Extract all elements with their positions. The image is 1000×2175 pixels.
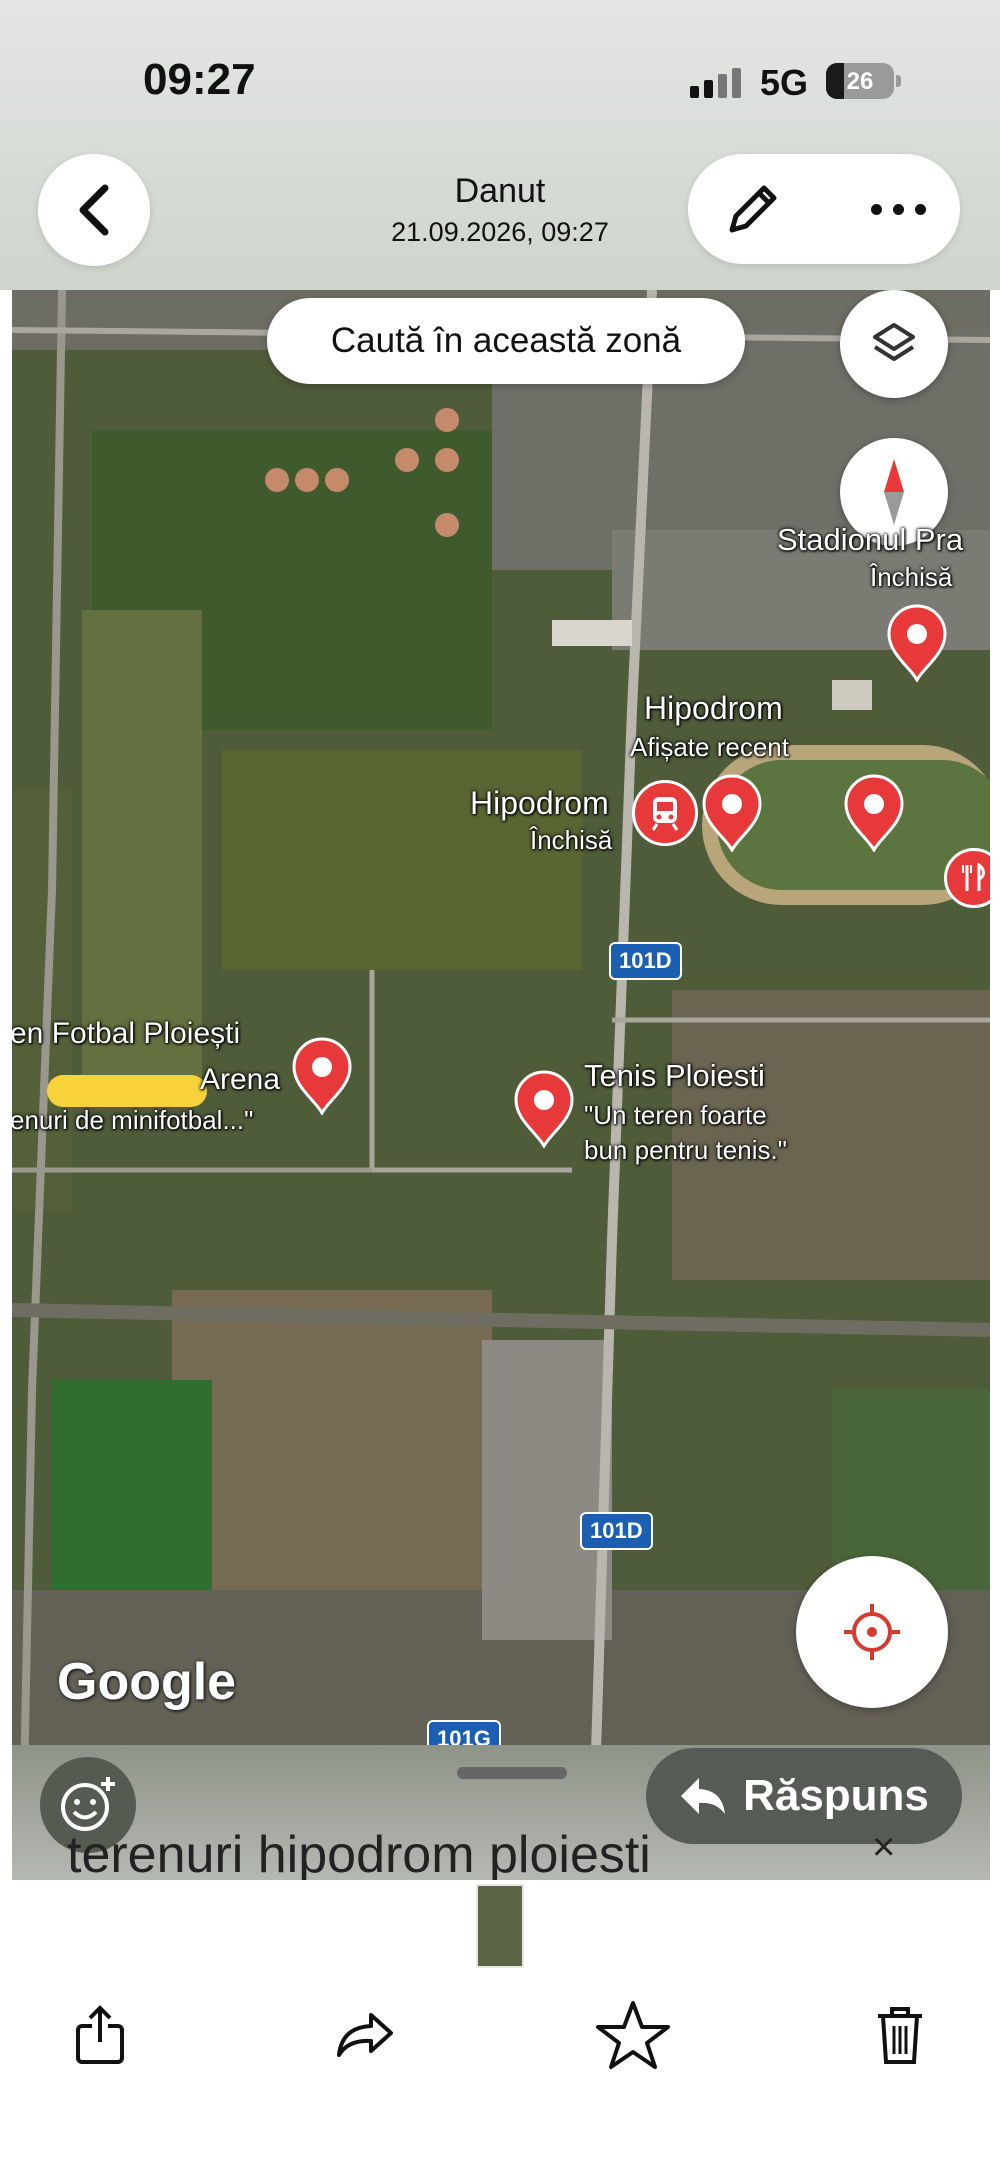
layers-icon [873, 323, 915, 361]
star-button[interactable] [588, 1990, 678, 2080]
road-label: 101D [609, 942, 682, 980]
place-status-stadion: Închisă [870, 562, 953, 592]
place-name-hipodrom: Hipodrom [644, 690, 783, 726]
reply-label: Răspuns [743, 1771, 929, 1820]
compass-icon [884, 459, 904, 525]
place-name-hipodrom-station: Hipodrom [470, 785, 609, 821]
google-attribution: Google [57, 1653, 237, 1711]
map-pin-icon[interactable] [700, 772, 764, 852]
place-subtitle-fotbal: Arena [200, 1063, 281, 1096]
place-status-hipodrom: Afișate recent [630, 732, 789, 762]
network-type: 5G [760, 62, 809, 103]
more-button[interactable] [858, 174, 938, 244]
locate-me-button[interactable] [796, 1556, 948, 1708]
reply-arrow-icon [681, 1778, 726, 1814]
image-thumbnail[interactable] [476, 1884, 524, 1968]
battery-icon: 26 [826, 63, 894, 99]
forward-icon [337, 2013, 393, 2057]
close-icon[interactable]: × [872, 1825, 895, 1870]
status-time: 09:27 [143, 55, 256, 104]
message-header: Danut 21.09.2026, 09:27 [300, 172, 700, 248]
restaurant-icon [962, 863, 985, 891]
map-pin-icon[interactable] [885, 602, 949, 682]
map-view[interactable]: Caută în această zonă Stadionul Pra Înch… [12, 290, 990, 1880]
chevron-left-icon [79, 184, 109, 236]
edit-button[interactable] [718, 174, 788, 244]
battery-tip [896, 75, 901, 87]
place-name-tenis: Tenis Ploiesti [584, 1058, 765, 1093]
star-icon [596, 2001, 670, 2069]
place-name-stadion: Stadionul Pra [777, 522, 964, 557]
locate-icon [844, 1604, 900, 1660]
reply-overlay: Răspuns terenuri hipodrom ploiesti × [12, 1745, 990, 1884]
signal-icon [690, 68, 741, 98]
message-datetime: 21.09.2026, 09:27 [391, 217, 609, 247]
bottom-toolbar [0, 1880, 1000, 2175]
top-header-area: 09:27 5G 26 Danut 21.09.2026, 09:27 [0, 0, 1000, 290]
share-icon [76, 2005, 124, 2064]
place-review-fotbal: enuri de minifotbal..." [12, 1105, 254, 1135]
train-station-marker[interactable] [632, 780, 698, 846]
layers-button[interactable] [840, 290, 948, 398]
reply-button[interactable]: Răspuns [646, 1748, 962, 1844]
search-this-area-button[interactable]: Caută în această zonă [267, 298, 745, 384]
search-query-text: terenuri hipodrom ploiesti [67, 1826, 651, 1884]
place-name-fotbal: en Fotbal Ploiești [12, 1017, 241, 1050]
place-review-tenis-line2: bun pentru tenis." [584, 1135, 787, 1165]
sender-name: Danut [454, 172, 546, 210]
pencil-icon [729, 185, 777, 233]
map-pin-icon[interactable] [842, 772, 906, 852]
road-label: 101D [580, 1512, 653, 1550]
train-icon [651, 797, 679, 831]
trash-icon [878, 2007, 922, 2064]
back-button[interactable] [38, 154, 150, 266]
delete-button[interactable] [855, 1990, 945, 2080]
forward-button[interactable] [320, 1990, 410, 2080]
redaction-mark [47, 1075, 207, 1107]
map-pin-icon[interactable] [290, 1035, 354, 1115]
share-button[interactable] [55, 1990, 145, 2080]
place-status-hipodrom-station: Închisă [530, 825, 613, 855]
battery-percent: 26 [846, 68, 874, 95]
ellipsis-icon [870, 203, 882, 215]
grabber-handle[interactable] [457, 1767, 567, 1779]
place-review-tenis-line1: "Un teren foarte [584, 1100, 767, 1130]
map-pin-icon[interactable] [512, 1068, 576, 1148]
header-actions [688, 154, 960, 264]
